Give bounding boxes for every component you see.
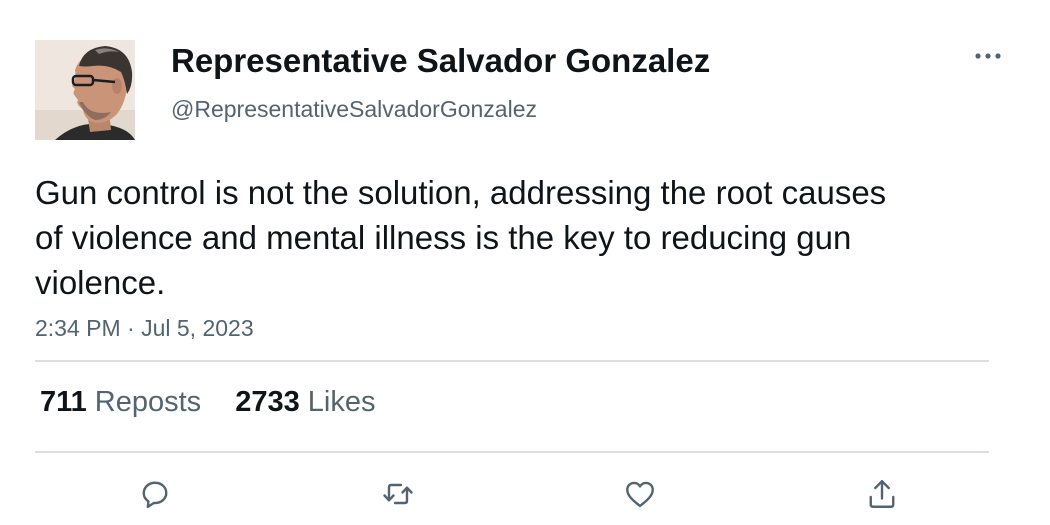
reposts-label: Reposts <box>94 386 202 418</box>
divider <box>35 360 989 362</box>
divider <box>35 451 989 453</box>
tweet-text: Gun control is not the solution, address… <box>35 174 887 301</box>
like-button[interactable] <box>620 474 660 514</box>
reply-button[interactable] <box>135 474 175 514</box>
likes-count: 2733 <box>235 386 300 418</box>
repost-icon <box>383 483 413 505</box>
timestamp[interactable]: 2:34 PM · Jul 5, 2023 <box>35 315 254 342</box>
avatar[interactable] <box>35 40 135 140</box>
share-button[interactable] <box>862 474 902 514</box>
likes-stat[interactable]: 2733 Likes <box>235 386 375 418</box>
reposts-stat[interactable]: 711 Reposts <box>40 386 201 418</box>
repost-button[interactable] <box>378 474 418 514</box>
likes-label: Likes <box>307 386 376 418</box>
share-icon <box>869 480 895 508</box>
display-name[interactable]: Representative Salvador Gonzalez <box>171 42 710 80</box>
like-icon <box>626 481 654 508</box>
reposts-count: 711 <box>40 386 87 418</box>
engagement-stats: 711 Reposts 2733 Likes <box>40 386 401 419</box>
reply-icon <box>142 481 168 509</box>
handle[interactable]: @RepresentativeSalvadorGonzalez <box>171 96 537 123</box>
more-options-icon[interactable] <box>972 44 1004 68</box>
